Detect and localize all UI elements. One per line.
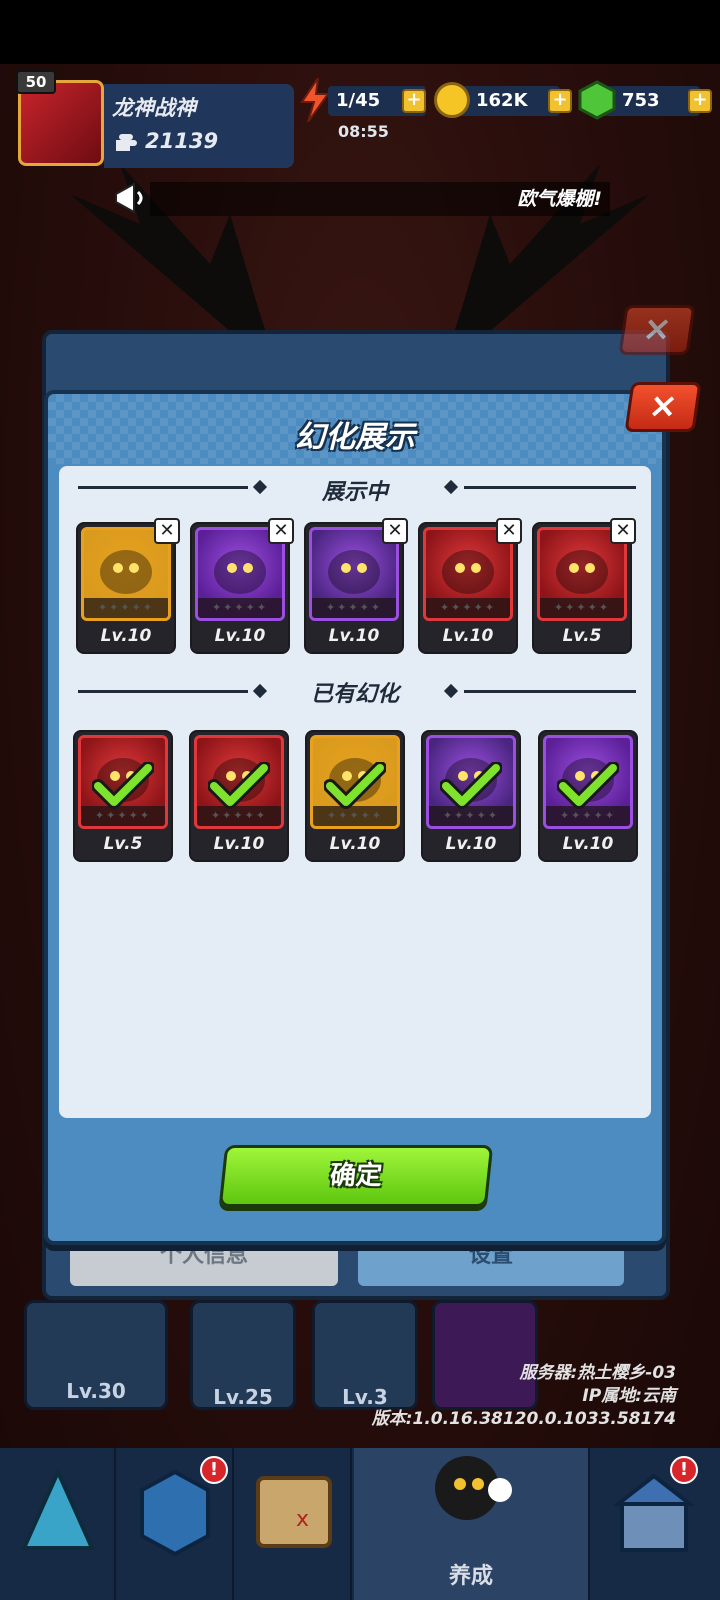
gem-icon bbox=[578, 80, 616, 120]
close-behind-panel-button[interactable]: × bbox=[618, 305, 696, 355]
equipment-level: Lv.25 bbox=[213, 1385, 273, 1409]
skin-level: Lv.10 bbox=[442, 626, 494, 646]
skin-level: Lv.10 bbox=[329, 834, 381, 854]
skin-card-green-serpent-skin[interactable]: ✦✦✦✦✦ Lv.10 ✕ bbox=[190, 518, 294, 654]
treasure-map-icon: x bbox=[256, 1476, 332, 1548]
nav-item-cultivate[interactable]: 养成 bbox=[354, 1448, 590, 1600]
svg-text:x: x bbox=[296, 1507, 309, 1532]
star-rating-empty: ✦✦✦✦✦ bbox=[426, 598, 510, 618]
player-power: 21139 bbox=[145, 129, 219, 153]
skin-level: Lv.10 bbox=[100, 626, 152, 646]
checkmark-icon bbox=[92, 761, 154, 809]
checkmark-icon bbox=[324, 761, 386, 809]
crystal-icon bbox=[20, 1468, 96, 1550]
remove-skin-button[interactable]: ✕ bbox=[268, 518, 294, 544]
nav-item-map[interactable]: x bbox=[236, 1448, 352, 1600]
megaphone-icon bbox=[115, 182, 143, 214]
nav-item-battle[interactable] bbox=[0, 1448, 116, 1600]
skin-card-purple-fang-beast-skin[interactable]: ✦✦✦✦✦ Lv.10 ✕ bbox=[304, 518, 408, 654]
coins-value: 162K bbox=[476, 90, 528, 111]
confirm-button[interactable]: 确定 bbox=[218, 1145, 494, 1207]
remove-skin-button[interactable]: ✕ bbox=[154, 518, 180, 544]
hexagon-card-icon bbox=[140, 1470, 210, 1556]
server-info: 服务器:热土樱乡-03 IP属地:云南 版本:1.0.16.38120.0.10… bbox=[372, 1362, 676, 1431]
energy-timer: 08:55 bbox=[338, 122, 389, 141]
version-info: 版本:1.0.16.38120.0.1033.58174 bbox=[371, 1409, 676, 1429]
star-rating-empty: ✦✦✦✦✦ bbox=[84, 598, 168, 618]
skin-level: Lv.10 bbox=[328, 626, 380, 646]
player-name: 龙神战神 bbox=[112, 96, 196, 120]
modal-title: 幻化展示 bbox=[295, 420, 415, 455]
skin-card-golden-spiky-skin[interactable]: ✦✦✦✦✦ Lv.10 bbox=[305, 730, 405, 862]
star-rating-empty: ✦✦✦✦✦ bbox=[312, 598, 396, 618]
skin-card-blue-shadow-dragon-skin[interactable]: ✦✦✦✦✦ Lv.5 ✕ bbox=[532, 518, 636, 654]
equipment-level: Lv.30 bbox=[66, 1379, 126, 1403]
skin-level: Lv.5 bbox=[562, 626, 602, 646]
skin-card-red-horned-demon-skin[interactable]: ✦✦✦✦✦ Lv.10 ✕ bbox=[418, 518, 522, 654]
skin-level: Lv.5 bbox=[103, 834, 143, 854]
announcement-text: 欧气爆棚! bbox=[150, 182, 610, 216]
hero-character-icon bbox=[435, 1456, 512, 1520]
skin-level: Lv.10 bbox=[562, 834, 614, 854]
skin-level: Lv.10 bbox=[214, 626, 266, 646]
section-title-showing: 展示中 bbox=[321, 480, 388, 505]
skin-level: Lv.10 bbox=[445, 834, 497, 854]
section-divider-right bbox=[464, 486, 636, 489]
energy-value: 1/45 bbox=[336, 90, 381, 111]
checkmark-icon bbox=[208, 761, 270, 809]
gems-value: 753 bbox=[622, 90, 660, 111]
checkmark-icon bbox=[440, 761, 502, 809]
lightning-icon bbox=[300, 78, 330, 122]
shop-icon bbox=[614, 1473, 694, 1552]
skin-card-green-serpent-skin[interactable]: ✦✦✦✦✦ Lv.10 bbox=[538, 730, 638, 862]
notification-badge: ! bbox=[670, 1456, 698, 1484]
remove-skin-button[interactable]: ✕ bbox=[610, 518, 636, 544]
skin-card-golden-spiky-skin[interactable]: ✦✦✦✦✦ Lv.10 ✕ bbox=[76, 518, 180, 654]
close-icon: × bbox=[646, 386, 681, 426]
fist-icon bbox=[116, 134, 137, 151]
notification-badge: ! bbox=[200, 1456, 228, 1484]
player-level-badge: 50 bbox=[16, 70, 56, 94]
equipment-slot-1[interactable]: Lv.30 bbox=[24, 1300, 168, 1410]
section-divider-right bbox=[464, 690, 636, 693]
star-rating-empty: ✦✦✦✦✦ bbox=[540, 598, 624, 618]
skin-card-red-horned-demon-skin[interactable]: ✦✦✦✦✦ Lv.10 bbox=[189, 730, 289, 862]
star-rating-empty: ✦✦✦✦✦ bbox=[198, 598, 282, 618]
bottom-navigation: ! x 养成 ! bbox=[0, 1448, 720, 1600]
skin-card-purple-fang-beast-skin[interactable]: ✦✦✦✦✦ Lv.10 bbox=[421, 730, 521, 862]
skin-level: Lv.10 bbox=[213, 834, 265, 854]
add-coins-button[interactable]: + bbox=[548, 89, 572, 113]
nav-label-cultivate: 养成 bbox=[448, 1564, 493, 1589]
checkmark-icon bbox=[557, 761, 619, 809]
close-button[interactable]: × bbox=[624, 382, 702, 432]
coin-icon bbox=[434, 82, 470, 118]
server-name: 服务器:热土樱乡-03 bbox=[519, 1363, 676, 1383]
nav-item-shop[interactable]: ! bbox=[592, 1448, 720, 1600]
ip-location: IP属地:云南 bbox=[582, 1386, 676, 1406]
skin-card-blue-shadow-dragon-skin[interactable]: ✦✦✦✦✦ Lv.5 bbox=[73, 730, 173, 862]
remove-skin-button[interactable]: ✕ bbox=[496, 518, 522, 544]
nav-item-cards[interactable]: ! bbox=[118, 1448, 234, 1600]
equipment-slot-2[interactable]: Lv.25 bbox=[190, 1300, 296, 1410]
add-energy-button[interactable]: + bbox=[402, 89, 426, 113]
remove-skin-button[interactable]: ✕ bbox=[382, 518, 408, 544]
add-gems-button[interactable]: + bbox=[688, 89, 712, 113]
